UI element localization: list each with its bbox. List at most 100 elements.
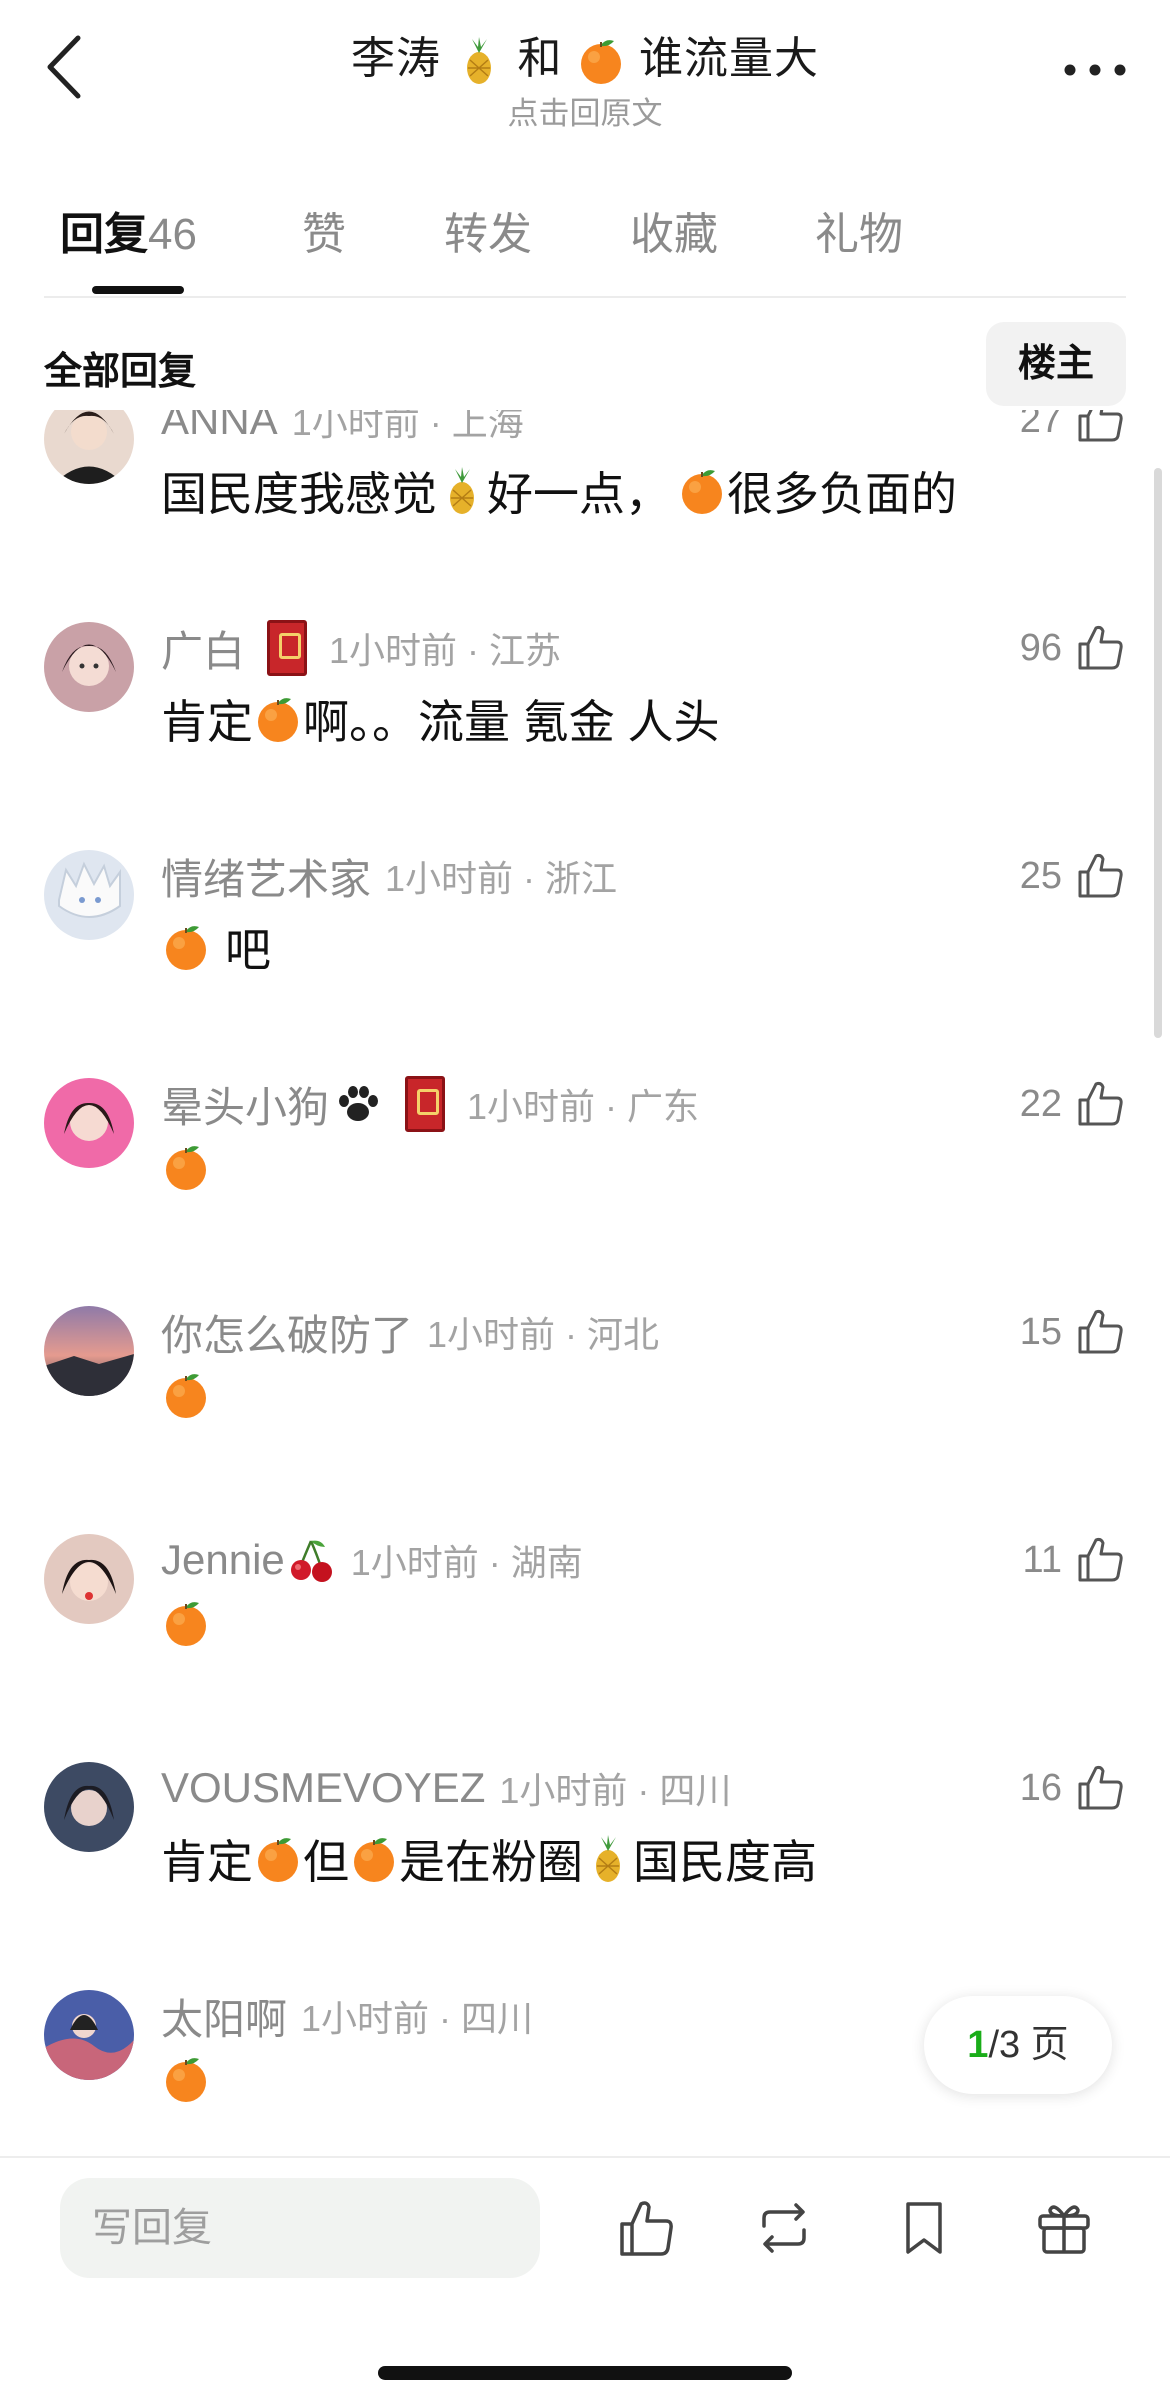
tab-replies[interactable]: 回复46 [60,200,197,270]
reply-text: 国民度我感觉 好一点， 很多负面的 [161,458,957,524]
tab-favorites[interactable]: 收藏 [630,200,718,270]
thumbs-up-icon [1074,622,1126,674]
like-button[interactable]: 22 [1020,1074,1126,1134]
like-icon[interactable] [614,2196,678,2260]
back-to-original-link[interactable]: 点击回原文 [0,88,1170,133]
like-button[interactable]: 96 [1020,618,1126,678]
like-button[interactable]: 15 [1020,1302,1126,1362]
red-envelope-badge-icon [267,620,308,676]
page-total: /3 页 [988,2024,1069,2066]
reply-username[interactable]: 晕头小狗 [161,1074,329,1135]
like-count: 15 [1019,1310,1062,1353]
user-avatar[interactable] [44,622,134,712]
title-part-2: 和 [504,34,576,83]
reply-text-part: 是在粉圈 [399,1836,583,1888]
thumbs-up-icon [1074,1078,1126,1130]
user-avatar[interactable] [44,1078,134,1168]
reply-text: 肯定 啊。。流量 氪金 人头 [161,686,720,752]
reply-username[interactable]: VOUSMEVOYEZ [161,1764,485,1812]
orange-emoji [253,1834,303,1884]
orange-emoji [161,1142,211,1192]
page-indicator-button[interactable]: 1/3 页 [924,1996,1112,2094]
reply-text-part: 国民度高 [633,1836,817,1888]
gift-icon[interactable] [1032,2196,1096,2260]
user-avatar[interactable] [44,1762,134,1852]
reply-item: ANNA 1小时前 · 上海 27 国民度我感觉 好一点， 很多负面的 [0,410,1170,598]
tabs-divider [44,296,1126,298]
tab-reposts[interactable]: 转发 [444,200,532,270]
thumbs-up-icon [1074,1762,1126,1814]
current-page: 1 [967,2024,989,2066]
user-avatar[interactable] [44,410,134,484]
reply-text [161,2054,211,2104]
reply-time-location: 1小时前 · 江苏 [329,630,562,671]
reply-time-location: 1小时前 · 湖南 [350,1542,583,1583]
reply-text-part: 国民度我感觉 [161,468,437,520]
repost-icon[interactable] [752,2196,816,2260]
like-count: 11 [1022,1538,1062,1581]
reply-username[interactable]: Jennie [161,1536,285,1584]
all-replies-heading: 全部回复 [44,351,197,393]
orange-emoji [677,466,727,516]
like-count: 25 [1019,854,1062,897]
tab-replies-label: 回复 [60,210,148,259]
user-avatar[interactable] [44,850,134,940]
reply-time-location: 1小时前 · 四川 [301,1998,534,2039]
reply-item: 情绪艺术家 1小时前 · 浙江 25 吧 [0,826,1170,1054]
reply-username[interactable]: 广白 [161,618,245,679]
pineapple-emoji [454,36,504,86]
like-button[interactable]: 16 [1020,1758,1126,1818]
reply-text [161,1370,211,1420]
tab-likes[interactable]: 赞 [302,200,346,270]
reply-list[interactable]: ANNA 1小时前 · 上海 27 国民度我感觉 好一点， 很多负面的 广白 1小时… [0,410,1170,2155]
reply-text-part: 很多负面的 [727,468,957,520]
active-tab-indicator [92,286,184,294]
user-avatar[interactable] [44,1990,134,2080]
orange-emoji [161,1370,211,1420]
write-reply-input[interactable]: 写回复 [60,2178,540,2278]
reply-text-part: 啊。。流量 氪金 人头 [303,696,720,748]
user-avatar[interactable] [44,1306,134,1396]
reply-text [161,1142,211,1192]
tab-replies-count: 46 [148,210,197,259]
reply-time-location: 1小时前 · 上海 [291,410,524,443]
bookmark-icon[interactable] [892,2196,956,2260]
user-avatar[interactable] [44,1534,134,1624]
home-indicator [378,2366,792,2380]
tab-bar: 回复46 赞 转发 收藏 礼物 [0,200,1170,300]
reply-text-part: 肯定 [161,1836,253,1888]
reply-item: 广白 1小时前 · 江苏 96 肯定 啊。。流量 氪金 人头 [0,598,1170,826]
like-count: 16 [1019,1766,1062,1809]
reply-text-part: 肯定 [161,696,253,748]
pineapple-emoji [437,466,487,516]
more-options-icon[interactable] [1060,50,1130,90]
reply-username[interactable]: 你怎么破防了 [161,1302,413,1363]
orange-emoji [253,694,303,744]
reply-text [161,1598,211,1648]
reply-username[interactable]: 太阳啊 [161,1986,287,2047]
like-button[interactable]: 27 [1020,410,1126,450]
reply-item: VOUSMEVOYEZ 1小时前 · 四川 16 肯定 但是在粉圈 国民度高 [0,1738,1170,1966]
reply-item: 晕头小狗 1小时前 · 广东 22 [0,1054,1170,1282]
orange-emoji [161,1598,211,1648]
orange-emoji [161,922,211,972]
cherry-emoji [287,1535,337,1585]
post-title-block[interactable]: 李涛 和 谁流量大 点击回原文 [0,22,1170,133]
scrollbar[interactable] [1154,468,1162,1038]
like-button[interactable]: 25 [1020,846,1126,906]
orange-emoji [576,36,626,86]
reply-username[interactable]: ANNA [161,410,278,444]
op-only-filter-button[interactable]: 楼主 [986,322,1126,406]
top-nav-bar: 李涛 和 谁流量大 点击回原文 [0,0,1170,150]
paw-icon [333,1079,383,1129]
reply-time-location: 1小时前 · 浙江 [385,858,618,899]
thumbs-up-icon [1074,1306,1126,1358]
title-part-1: 李涛 [351,34,455,83]
tab-gifts[interactable]: 礼物 [815,200,903,270]
like-button[interactable]: 11 [1023,1530,1126,1590]
reply-username[interactable]: 情绪艺术家 [161,846,371,907]
reply-text: 吧 [161,914,271,980]
pineapple-emoji [583,1834,633,1884]
orange-emoji [349,1834,399,1884]
like-count: 96 [1019,626,1062,669]
